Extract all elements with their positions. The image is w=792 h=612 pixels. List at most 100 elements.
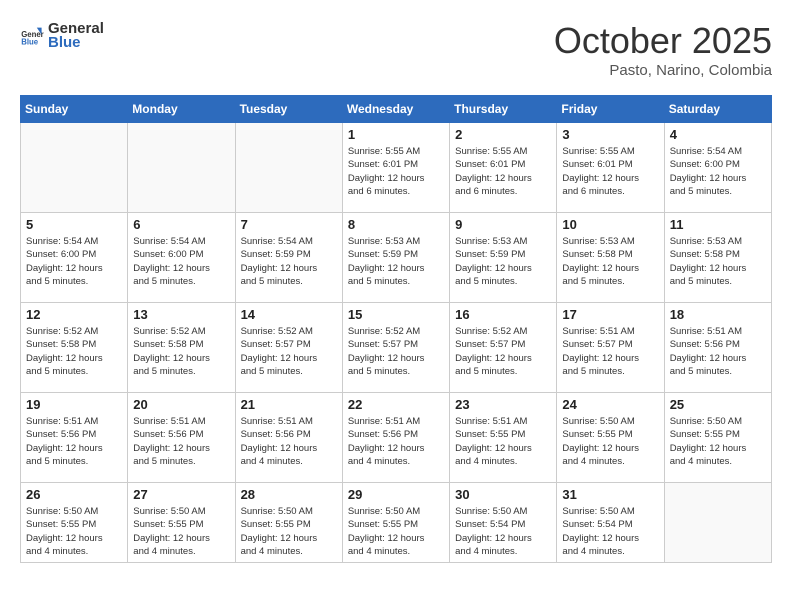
day-number: 25 xyxy=(670,397,766,412)
calendar-week-row: 1 Sunrise: 5:55 AM Sunset: 6:01 PM Daylig… xyxy=(21,123,772,213)
day-info: Sunrise: 5:51 AM Sunset: 5:56 PM Dayligh… xyxy=(348,415,444,468)
weekday-header-wednesday: Wednesday xyxy=(342,96,449,123)
day-number: 12 xyxy=(26,307,122,322)
calendar-cell: 10 Sunrise: 5:53 AM Sunset: 5:58 PM Dayli… xyxy=(557,213,664,303)
day-info: Sunrise: 5:50 AM Sunset: 5:55 PM Dayligh… xyxy=(241,505,337,558)
day-number: 20 xyxy=(133,397,229,412)
calendar-table: SundayMondayTuesdayWednesdayThursdayFrid… xyxy=(20,95,772,563)
day-info: Sunrise: 5:51 AM Sunset: 5:56 PM Dayligh… xyxy=(26,415,122,468)
day-info: Sunrise: 5:52 AM Sunset: 5:58 PM Dayligh… xyxy=(26,325,122,378)
calendar-cell: 11Sunrise: 5:53 AM Sunset: 5:58 PM Dayli… xyxy=(664,213,771,303)
calendar-cell: 1 Sunrise: 5:55 AM Sunset: 6:01 PM Daylig… xyxy=(342,123,449,213)
day-number: 16 xyxy=(455,307,551,322)
weekday-header-friday: Friday xyxy=(557,96,664,123)
calendar-cell: 13 Sunrise: 5:52 AM Sunset: 5:58 PM Dayli… xyxy=(128,303,235,393)
calendar-cell: 26Sunrise: 5:50 AM Sunset: 5:55 PM Dayli… xyxy=(21,483,128,563)
day-info: Sunrise: 5:53 AM Sunset: 5:58 PM Dayligh… xyxy=(562,235,658,288)
weekday-header-tuesday: Tuesday xyxy=(235,96,342,123)
calendar-week-row: 5 Sunrise: 5:54 AM Sunset: 6:00 PM Daylig… xyxy=(21,213,772,303)
day-number: 19 xyxy=(26,397,122,412)
day-info: Sunrise: 5:54 AM Sunset: 6:00 PM Dayligh… xyxy=(26,235,122,288)
calendar-cell: 8 Sunrise: 5:53 AM Sunset: 5:59 PM Daylig… xyxy=(342,213,449,303)
calendar-cell: 5 Sunrise: 5:54 AM Sunset: 6:00 PM Daylig… xyxy=(21,213,128,303)
day-info: Sunrise: 5:50 AM Sunset: 5:55 PM Dayligh… xyxy=(562,415,658,468)
calendar-cell xyxy=(21,123,128,213)
day-number: 8 xyxy=(348,217,444,232)
calendar-cell: 25 Sunrise: 5:50 AM Sunset: 5:55 PM Dayli… xyxy=(664,393,771,483)
location-subtitle: Pasto, Narino, Colombia xyxy=(554,62,772,79)
day-info: Sunrise: 5:52 AM Sunset: 5:57 PM Dayligh… xyxy=(455,325,551,378)
day-number: 23 xyxy=(455,397,551,412)
day-info: Sunrise: 5:52 AM Sunset: 5:57 PM Dayligh… xyxy=(241,325,337,378)
calendar-cell xyxy=(664,483,771,563)
day-info: Sunrise: 5:50 AM Sunset: 5:54 PM Dayligh… xyxy=(455,505,551,558)
calendar-cell: 15Sunrise: 5:52 AM Sunset: 5:57 PM Dayli… xyxy=(342,303,449,393)
day-number: 1 xyxy=(348,127,444,142)
calendar-cell: 18 Sunrise: 5:51 AM Sunset: 5:56 PM Dayli… xyxy=(664,303,771,393)
day-info: Sunrise: 5:51 AM Sunset: 5:56 PM Dayligh… xyxy=(670,325,766,378)
day-info: Sunrise: 5:52 AM Sunset: 5:58 PM Dayligh… xyxy=(133,325,229,378)
logo: General Blue General Blue xyxy=(20,20,104,52)
calendar-cell: 17Sunrise: 5:51 AM Sunset: 5:57 PM Dayli… xyxy=(557,303,664,393)
day-info: Sunrise: 5:53 AM Sunset: 5:59 PM Dayligh… xyxy=(348,235,444,288)
day-number: 13 xyxy=(133,307,229,322)
day-number: 5 xyxy=(26,217,122,232)
day-info: Sunrise: 5:50 AM Sunset: 5:55 PM Dayligh… xyxy=(133,505,229,558)
day-info: Sunrise: 5:51 AM Sunset: 5:56 PM Dayligh… xyxy=(241,415,337,468)
day-info: Sunrise: 5:54 AM Sunset: 6:00 PM Dayligh… xyxy=(670,145,766,198)
calendar-week-row: 19 Sunrise: 5:51 AM Sunset: 5:56 PM Dayli… xyxy=(21,393,772,483)
svg-text:Blue: Blue xyxy=(21,37,39,46)
calendar-cell: 24Sunrise: 5:50 AM Sunset: 5:55 PM Dayli… xyxy=(557,393,664,483)
weekday-header-monday: Monday xyxy=(128,96,235,123)
day-number: 14 xyxy=(241,307,337,322)
day-info: Sunrise: 5:54 AM Sunset: 6:00 PM Dayligh… xyxy=(133,235,229,288)
day-info: Sunrise: 5:55 AM Sunset: 6:01 PM Dayligh… xyxy=(562,145,658,198)
page-header: General Blue General Blue October 2025 P… xyxy=(20,20,772,79)
day-number: 18 xyxy=(670,307,766,322)
calendar-cell: 14 Sunrise: 5:52 AM Sunset: 5:57 PM Dayli… xyxy=(235,303,342,393)
day-number: 31 xyxy=(562,487,658,502)
weekday-header-thursday: Thursday xyxy=(450,96,557,123)
logo-icon: General Blue xyxy=(20,24,44,48)
day-info: Sunrise: 5:51 AM Sunset: 5:55 PM Dayligh… xyxy=(455,415,551,468)
calendar-cell: 9 Sunrise: 5:53 AM Sunset: 5:59 PM Daylig… xyxy=(450,213,557,303)
calendar-cell: 2 Sunrise: 5:55 AM Sunset: 6:01 PM Daylig… xyxy=(450,123,557,213)
day-number: 30 xyxy=(455,487,551,502)
day-number: 3 xyxy=(562,127,658,142)
day-number: 9 xyxy=(455,217,551,232)
day-info: Sunrise: 5:52 AM Sunset: 5:57 PM Dayligh… xyxy=(348,325,444,378)
calendar-cell: 30 Sunrise: 5:50 AM Sunset: 5:54 PM Dayli… xyxy=(450,483,557,563)
day-number: 27 xyxy=(133,487,229,502)
calendar-cell: 28Sunrise: 5:50 AM Sunset: 5:55 PM Dayli… xyxy=(235,483,342,563)
day-number: 21 xyxy=(241,397,337,412)
day-number: 6 xyxy=(133,217,229,232)
calendar-cell: 7Sunrise: 5:54 AM Sunset: 5:59 PM Daylig… xyxy=(235,213,342,303)
calendar-cell: 12 Sunrise: 5:52 AM Sunset: 5:58 PM Dayli… xyxy=(21,303,128,393)
calendar-cell: 3 Sunrise: 5:55 AM Sunset: 6:01 PM Daylig… xyxy=(557,123,664,213)
calendar-cell: 22Sunrise: 5:51 AM Sunset: 5:56 PM Dayli… xyxy=(342,393,449,483)
weekday-header-saturday: Saturday xyxy=(664,96,771,123)
calendar-cell: 21 Sunrise: 5:51 AM Sunset: 5:56 PM Dayli… xyxy=(235,393,342,483)
day-info: Sunrise: 5:55 AM Sunset: 6:01 PM Dayligh… xyxy=(348,145,444,198)
day-info: Sunrise: 5:53 AM Sunset: 5:59 PM Dayligh… xyxy=(455,235,551,288)
calendar-cell: 29 Sunrise: 5:50 AM Sunset: 5:55 PM Dayli… xyxy=(342,483,449,563)
weekday-header-row: SundayMondayTuesdayWednesdayThursdayFrid… xyxy=(21,96,772,123)
day-number: 2 xyxy=(455,127,551,142)
calendar-week-row: 26Sunrise: 5:50 AM Sunset: 5:55 PM Dayli… xyxy=(21,483,772,563)
month-title: October 2025 xyxy=(554,20,772,62)
day-info: Sunrise: 5:50 AM Sunset: 5:54 PM Dayligh… xyxy=(562,505,658,558)
calendar-week-row: 12 Sunrise: 5:52 AM Sunset: 5:58 PM Dayli… xyxy=(21,303,772,393)
day-info: Sunrise: 5:51 AM Sunset: 5:57 PM Dayligh… xyxy=(562,325,658,378)
day-number: 10 xyxy=(562,217,658,232)
day-number: 4 xyxy=(670,127,766,142)
day-info: Sunrise: 5:50 AM Sunset: 5:55 PM Dayligh… xyxy=(670,415,766,468)
day-info: Sunrise: 5:50 AM Sunset: 5:55 PM Dayligh… xyxy=(348,505,444,558)
day-info: Sunrise: 5:55 AM Sunset: 6:01 PM Dayligh… xyxy=(455,145,551,198)
calendar-cell: 27 Sunrise: 5:50 AM Sunset: 5:55 PM Dayli… xyxy=(128,483,235,563)
calendar-cell: 6 Sunrise: 5:54 AM Sunset: 6:00 PM Daylig… xyxy=(128,213,235,303)
calendar-cell: 16 Sunrise: 5:52 AM Sunset: 5:57 PM Dayli… xyxy=(450,303,557,393)
day-info: Sunrise: 5:50 AM Sunset: 5:55 PM Dayligh… xyxy=(26,505,122,558)
day-number: 29 xyxy=(348,487,444,502)
weekday-header-sunday: Sunday xyxy=(21,96,128,123)
day-info: Sunrise: 5:51 AM Sunset: 5:56 PM Dayligh… xyxy=(133,415,229,468)
